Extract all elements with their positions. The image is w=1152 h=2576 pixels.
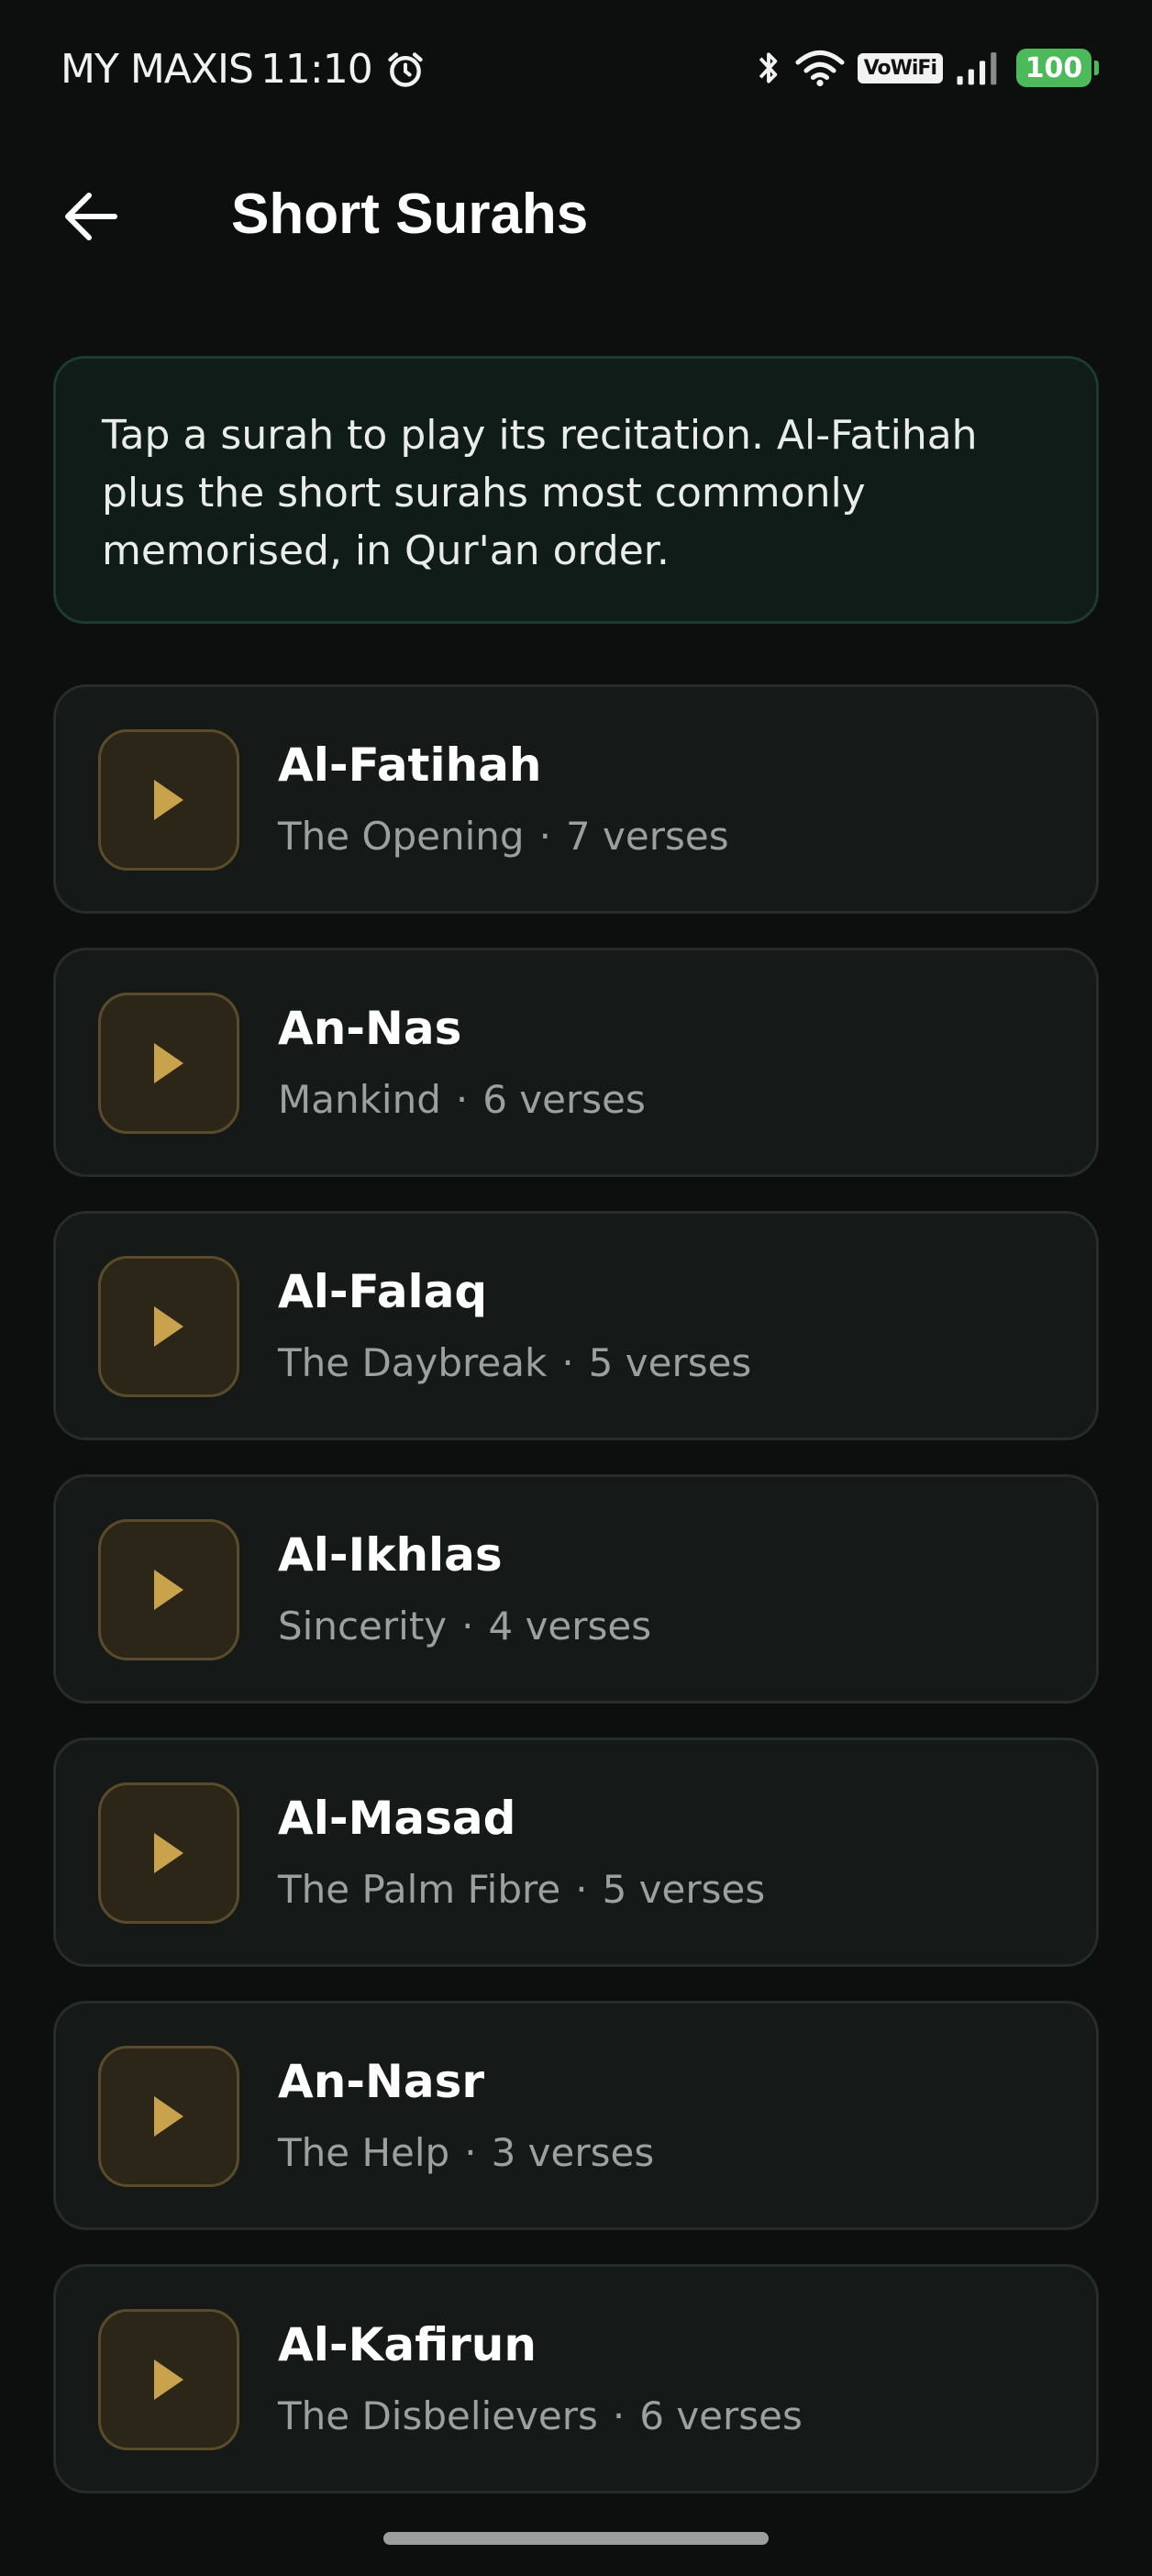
- surah-translation: The Palm Fibre: [278, 1867, 561, 1912]
- surah-card[interactable]: Al-Falaq The Daybreak · 5 verses: [53, 1211, 1099, 1440]
- play-icon: [154, 2096, 183, 2137]
- play-button[interactable]: [98, 993, 239, 1134]
- surah-translation: The Disbelievers: [278, 2393, 598, 2438]
- surah-verse-count: 6 verses: [639, 2393, 803, 2438]
- signal-icon: [957, 52, 997, 85]
- surah-verse-count: 4 verses: [488, 1604, 652, 1649]
- play-button[interactable]: [98, 2309, 239, 2450]
- surah-card[interactable]: Al-Fatihah The Opening · 7 verses: [53, 684, 1099, 914]
- play-button[interactable]: [98, 729, 239, 871]
- play-button[interactable]: [98, 1782, 239, 1924]
- play-icon: [154, 780, 183, 820]
- back-button[interactable]: [48, 180, 132, 253]
- page-title: Short Surahs: [231, 183, 589, 246]
- surah-translation: The Opening: [278, 814, 525, 859]
- surah-verse-count: 5 verses: [588, 1340, 752, 1385]
- surah-name: Al-Kafirun: [278, 2318, 537, 2371]
- meta-separator: ·: [612, 2393, 626, 2438]
- play-button[interactable]: [98, 1256, 239, 1397]
- surah-meta: The Disbelievers · 6 verses: [278, 2393, 803, 2438]
- surah-meta: Mankind · 6 verses: [278, 1077, 646, 1122]
- surah-translation: The Daybreak: [278, 1340, 548, 1385]
- wifi-icon: [795, 50, 845, 87]
- surah-meta: The Opening · 7 verses: [278, 814, 729, 859]
- status-right: VoWiFi 100: [755, 48, 1099, 88]
- surah-translation: Mankind: [278, 1077, 441, 1122]
- surah-name: Al-Fatihah: [278, 738, 542, 792]
- surah-name: Al-Falaq: [278, 1265, 488, 1318]
- surah-verse-count: 7 verses: [565, 814, 729, 859]
- surah-name: Al-Masad: [278, 1792, 516, 1845]
- arrow-left-icon: [65, 193, 117, 240]
- surah-verse-count: 6 verses: [482, 1077, 646, 1122]
- surah-card[interactable]: An-Nasr The Help · 3 verses: [53, 2001, 1099, 2230]
- carrier-name: MY MAXIS: [61, 46, 254, 93]
- surah-verse-count: 3 verses: [491, 2130, 655, 2175]
- play-icon: [154, 2359, 183, 2400]
- surah-name: An-Nas: [278, 1002, 462, 1055]
- surah-translation: The Help: [278, 2130, 450, 2175]
- battery-icon: 100: [1016, 49, 1099, 87]
- status-time: 11:10: [260, 46, 373, 93]
- status-left: MY MAXIS 11:10: [61, 46, 426, 93]
- vowifi-icon: VoWiFi: [857, 52, 943, 83]
- play-icon: [154, 1570, 183, 1610]
- meta-separator: ·: [464, 2130, 477, 2175]
- surah-meta: Sincerity · 4 verses: [278, 1604, 651, 1649]
- bluetooth-icon: [759, 52, 777, 83]
- app-bar: Short Surahs: [0, 156, 1152, 275]
- battery-level: 100: [1025, 51, 1083, 84]
- meta-separator: ·: [461, 1604, 474, 1649]
- surah-name: An-Nasr: [278, 2055, 485, 2108]
- short-surahs-screen: MY MAXIS 11:10 VoWiFi 100 Short Surahs T…: [0, 0, 1152, 2576]
- play-icon: [154, 1043, 183, 1083]
- play-icon: [154, 1306, 183, 1347]
- play-button[interactable]: [98, 1519, 239, 1660]
- surah-name: Al-Ikhlas: [278, 1528, 503, 1582]
- info-box: Tap a surah to play its recitation. Al-F…: [53, 356, 1099, 624]
- surah-card[interactable]: Al-Kafirun The Disbelievers · 6 verses: [53, 2264, 1099, 2493]
- surah-card[interactable]: An-Nas Mankind · 6 verses: [53, 948, 1099, 1177]
- surah-translation: Sincerity: [278, 1604, 448, 1649]
- info-text: Tap a surah to play its recitation. Al-F…: [102, 412, 978, 574]
- play-button[interactable]: [98, 2046, 239, 2187]
- alarm-icon: [388, 51, 423, 87]
- meta-separator: ·: [561, 1340, 574, 1385]
- play-icon: [154, 1833, 183, 1873]
- surah-card[interactable]: Al-Masad The Palm Fibre · 5 verses: [53, 1738, 1099, 1967]
- meta-separator: ·: [455, 1077, 469, 1122]
- surah-meta: The Daybreak · 5 verses: [278, 1340, 751, 1385]
- meta-separator: ·: [538, 814, 551, 859]
- surah-meta: The Help · 3 verses: [278, 2130, 654, 2175]
- status-bar: MY MAXIS 11:10 VoWiFi 100: [0, 0, 1152, 147]
- surah-card[interactable]: Al-Ikhlas Sincerity · 4 verses: [53, 1474, 1099, 1704]
- surah-meta: The Palm Fibre · 5 verses: [278, 1867, 765, 1912]
- surah-verse-count: 5 verses: [602, 1867, 766, 1912]
- meta-separator: ·: [575, 1867, 588, 1912]
- home-indicator[interactable]: [383, 2532, 769, 2545]
